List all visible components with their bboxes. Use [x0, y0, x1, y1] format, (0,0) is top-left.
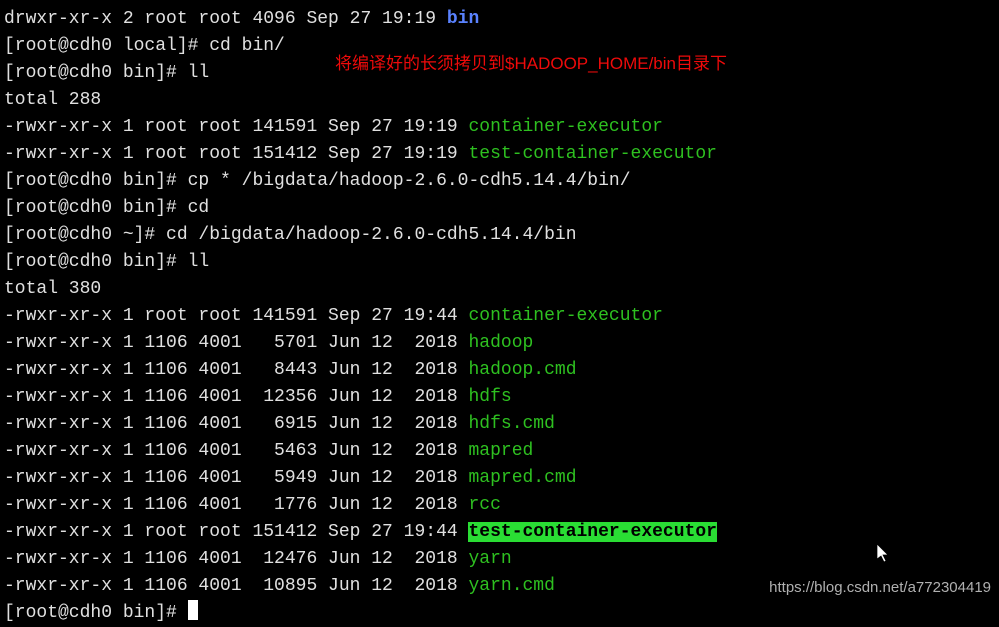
- terminal-line: [root@cdh0 bin]# cd: [4, 195, 995, 222]
- terminal-text: [root@cdh0 bin]#: [4, 603, 188, 623]
- terminal-text: -rwxr-xr-x 1 1106 4001 5701 Jun 12 2018: [4, 333, 468, 353]
- terminal-line: -rwxr-xr-x 1 root root 151412 Sep 27 19:…: [4, 141, 995, 168]
- filename: container-executor: [468, 117, 662, 137]
- terminal-text: -rwxr-xr-x 1 root root 151412 Sep 27 19:…: [4, 522, 468, 542]
- filename: test-container-executor: [468, 522, 716, 542]
- terminal-line: -rwxr-xr-x 1 root root 151412 Sep 27 19:…: [4, 519, 995, 546]
- terminal-text: [root@cdh0 bin]# ll: [4, 63, 209, 83]
- terminal-text: -rwxr-xr-x 1 1106 4001 10895 Jun 12 2018: [4, 576, 468, 596]
- filename: test-container-executor: [468, 144, 716, 164]
- terminal-line: -rwxr-xr-x 1 1106 4001 5701 Jun 12 2018 …: [4, 330, 995, 357]
- terminal-text: -rwxr-xr-x 1 root root 151412 Sep 27 19:…: [4, 144, 468, 164]
- terminal-text: -rwxr-xr-x 1 root root 141591 Sep 27 19:…: [4, 117, 468, 137]
- terminal-line: [root@cdh0 bin]# ll: [4, 249, 995, 276]
- terminal-line: [root@cdh0 bin]# cp * /bigdata/hadoop-2.…: [4, 168, 995, 195]
- terminal-text: drwxr-xr-x 2 root root 4096 Sep 27 19:19: [4, 9, 447, 29]
- terminal-text: [root@cdh0 bin]# cd: [4, 198, 209, 218]
- filename: mapred: [468, 441, 533, 461]
- terminal-line: total 288: [4, 87, 995, 114]
- terminal-text: [root@cdh0 local]# cd bin/: [4, 36, 285, 56]
- terminal-line: total 380: [4, 276, 995, 303]
- terminal-text: -rwxr-xr-x 1 1106 4001 12356 Jun 12 2018: [4, 387, 468, 407]
- terminal-line: -rwxr-xr-x 1 1106 4001 5949 Jun 12 2018 …: [4, 465, 995, 492]
- terminal-line: [root@cdh0 bin]#: [4, 600, 995, 627]
- terminal-output[interactable]: drwxr-xr-x 2 root root 4096 Sep 27 19:19…: [4, 6, 995, 627]
- terminal-text: -rwxr-xr-x 1 1106 4001 5463 Jun 12 2018: [4, 441, 468, 461]
- terminal-line: -rwxr-xr-x 1 1106 4001 8443 Jun 12 2018 …: [4, 357, 995, 384]
- terminal-text: total 380: [4, 279, 101, 299]
- filename: hdfs: [468, 387, 511, 407]
- terminal-line: -rwxr-xr-x 1 1106 4001 12356 Jun 12 2018…: [4, 384, 995, 411]
- terminal-line: -rwxr-xr-x 1 1106 4001 5463 Jun 12 2018 …: [4, 438, 995, 465]
- terminal-line: -rwxr-xr-x 1 root root 141591 Sep 27 19:…: [4, 114, 995, 141]
- terminal-text: -rwxr-xr-x 1 1106 4001 5949 Jun 12 2018: [4, 468, 468, 488]
- terminal-line: -rwxr-xr-x 1 1106 4001 6915 Jun 12 2018 …: [4, 411, 995, 438]
- terminal-text: total 288: [4, 90, 101, 110]
- terminal-text: [root@cdh0 bin]# ll: [4, 252, 209, 272]
- filename: rcc: [468, 495, 500, 515]
- terminal-text: -rwxr-xr-x 1 root root 141591 Sep 27 19:…: [4, 306, 468, 326]
- watermark-text: https://blog.csdn.net/a772304419: [769, 574, 991, 601]
- text-cursor: [188, 600, 198, 620]
- terminal-text: [root@cdh0 ~]# cd /bigdata/hadoop-2.6.0-…: [4, 225, 577, 245]
- filename: hadoop: [468, 333, 533, 353]
- terminal-line: -rwxr-xr-x 1 1106 4001 12476 Jun 12 2018…: [4, 546, 995, 573]
- terminal-line: -rwxr-xr-x 1 1106 4001 1776 Jun 12 2018 …: [4, 492, 995, 519]
- annotation-text: 将编译好的长须拷贝到$HADOOP_HOME/bin目录下: [335, 50, 727, 77]
- terminal-line: -rwxr-xr-x 1 root root 141591 Sep 27 19:…: [4, 303, 995, 330]
- terminal-text: [root@cdh0 bin]# cp * /bigdata/hadoop-2.…: [4, 171, 631, 191]
- terminal-text: -rwxr-xr-x 1 1106 4001 1776 Jun 12 2018: [4, 495, 468, 515]
- terminal-text: -rwxr-xr-x 1 1106 4001 8443 Jun 12 2018: [4, 360, 468, 380]
- terminal-line: drwxr-xr-x 2 root root 4096 Sep 27 19:19…: [4, 6, 995, 33]
- filename: yarn.cmd: [468, 576, 554, 596]
- mouse-cursor-icon: [877, 544, 891, 574]
- terminal-text: -rwxr-xr-x 1 1106 4001 6915 Jun 12 2018: [4, 414, 468, 434]
- filename: bin: [447, 9, 479, 29]
- terminal-line: [root@cdh0 ~]# cd /bigdata/hadoop-2.6.0-…: [4, 222, 995, 249]
- filename: hdfs.cmd: [468, 414, 554, 434]
- terminal-text: -rwxr-xr-x 1 1106 4001 12476 Jun 12 2018: [4, 549, 468, 569]
- filename: mapred.cmd: [468, 468, 576, 488]
- filename: container-executor: [468, 306, 662, 326]
- filename: hadoop.cmd: [468, 360, 576, 380]
- filename: yarn: [468, 549, 511, 569]
